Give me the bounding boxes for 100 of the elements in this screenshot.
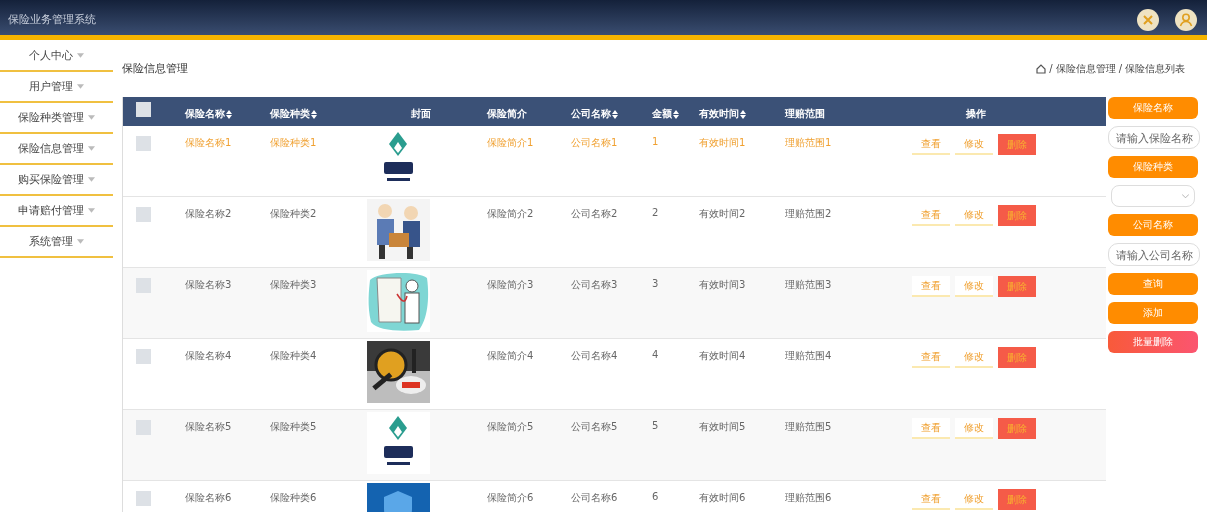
table-cell: 公司名称1 (571, 137, 618, 148)
row-checkbox[interactable] (136, 491, 151, 506)
sidebar-item[interactable]: 系统管理 (0, 227, 113, 258)
filter-label: 保险种类 (1108, 156, 1198, 178)
sort-icon[interactable] (612, 109, 618, 119)
table-cell: 保险简介5 (487, 421, 534, 432)
table-cell: 1 (652, 136, 659, 147)
action-button[interactable]: 查询 (1108, 273, 1198, 295)
sidebar-item[interactable]: 保险种类管理 (0, 103, 113, 134)
table-cell: 保险种类1 (270, 137, 317, 148)
delete-button[interactable]: 删除 (998, 134, 1036, 155)
column-header: 理赔范围 (785, 107, 825, 121)
table-cell: 保险种类3 (270, 279, 317, 290)
column-header[interactable]: 有效时间 (699, 107, 746, 121)
view-button[interactable]: 查看 (912, 276, 950, 297)
breadcrumb-separator: / (1118, 63, 1122, 74)
table-cell: 保险名称2 (185, 208, 232, 219)
table-cell: 理赔范围6 (785, 492, 832, 503)
sidebar-item[interactable]: 购买保险管理 (0, 165, 113, 196)
table-cell: 有效时间5 (699, 421, 746, 432)
table-cell: 理赔范围3 (785, 279, 832, 290)
row-checkbox[interactable] (136, 349, 151, 364)
sort-icon[interactable] (740, 109, 746, 119)
view-button[interactable]: 查看 (912, 418, 950, 439)
user-icon[interactable] (1175, 9, 1197, 31)
breadcrumb-separator: / (1049, 63, 1053, 74)
table-cell: 保险种类4 (270, 350, 317, 361)
edit-button[interactable]: 修改 (955, 276, 993, 297)
table-cell: 保险种类6 (270, 492, 317, 503)
caret-icon (77, 53, 84, 58)
table-cell: 5 (652, 420, 659, 431)
table-cell: 公司名称3 (571, 279, 618, 290)
table-cell: 有效时间3 (699, 279, 746, 290)
caret-icon (88, 146, 95, 151)
table-cell: 公司名称6 (571, 492, 618, 503)
column-header[interactable]: 保险种类 (270, 107, 317, 121)
close-icon[interactable] (1137, 9, 1159, 31)
table-cell: 保险名称1 (185, 137, 232, 148)
table-cell: 保险名称6 (185, 492, 232, 503)
breadcrumb-item[interactable]: 保险信息管理 (1055, 61, 1116, 76)
table-cell: 公司名称2 (571, 208, 618, 219)
dropdown-field[interactable] (1111, 185, 1195, 207)
filter-label: 公司名称 (1108, 214, 1198, 236)
table-cell: 保险种类5 (270, 421, 317, 432)
chevron-icon (1182, 193, 1189, 199)
caret-icon (77, 239, 84, 244)
table-cell: 有效时间1 (699, 137, 746, 148)
caret-icon (77, 84, 84, 89)
sort-icon[interactable] (673, 109, 679, 119)
delete-button[interactable]: 删除 (998, 347, 1036, 368)
sidebar-item[interactable]: 个人中心 (0, 41, 113, 72)
caret-icon (88, 177, 95, 182)
action-button[interactable]: 添加 (1108, 302, 1198, 324)
table-cell: 2 (652, 207, 659, 218)
breadcrumb-item[interactable]: 保险信息列表 (1125, 61, 1185, 76)
caret-icon (88, 208, 95, 213)
caret-icon (88, 115, 95, 120)
batch-delete-button[interactable]: 批量删除 (1108, 331, 1198, 353)
row-checkbox[interactable] (136, 136, 151, 151)
sidebar-item[interactable]: 保险信息管理 (0, 134, 113, 165)
table-cell: 3 (652, 278, 659, 289)
sort-icon[interactable] (311, 109, 317, 119)
table-cell: 保险简介1 (487, 137, 534, 148)
column-header[interactable]: 金额 (652, 107, 679, 121)
table-cell: 理赔范围4 (785, 350, 832, 361)
search-field[interactable]: 请输入保险名称 (1108, 126, 1200, 149)
table-cell: 4 (652, 349, 659, 360)
column-header: 封面 (411, 107, 431, 121)
row-checkbox[interactable] (136, 278, 151, 293)
column-header: 操作 (966, 107, 986, 121)
delete-button[interactable]: 删除 (998, 276, 1036, 297)
table-cell: 保险简介4 (487, 350, 534, 361)
sidebar-item[interactable]: 申请赔付管理 (0, 196, 113, 227)
column-header[interactable]: 保险名称 (185, 107, 232, 121)
table-cell: 有效时间6 (699, 492, 746, 503)
table-cell: 有效时间2 (699, 208, 746, 219)
search-field[interactable]: 请输入公司名称 (1108, 243, 1200, 266)
table-cell: 公司名称4 (571, 350, 618, 361)
table-cell: 公司名称5 (571, 421, 618, 432)
delete-button[interactable]: 删除 (998, 489, 1036, 510)
table-cell: 保险名称5 (185, 421, 232, 432)
sidebar-item[interactable]: 用户管理 (0, 72, 113, 103)
table-cell: 保险简介3 (487, 279, 534, 290)
app-title: 保险业务管理系统 (8, 12, 96, 27)
column-header: 保险简介 (487, 107, 527, 121)
row-checkbox[interactable] (136, 420, 151, 435)
edit-button[interactable]: 修改 (955, 418, 993, 439)
select-all-checkbox[interactable] (136, 102, 151, 117)
table-cell: 保险简介6 (487, 492, 534, 503)
delete-button[interactable]: 删除 (998, 205, 1036, 226)
delete-button[interactable]: 删除 (998, 418, 1036, 439)
table-cell: 保险名称4 (185, 350, 232, 361)
table-cell: 理赔范围5 (785, 421, 832, 432)
home-icon[interactable] (1036, 63, 1047, 74)
column-header[interactable]: 公司名称 (571, 107, 618, 121)
table-cell: 保险简介2 (487, 208, 534, 219)
table-cell: 保险名称3 (185, 279, 232, 290)
row-checkbox[interactable] (136, 207, 151, 222)
table-cell: 理赔范围1 (785, 137, 832, 148)
sort-icon[interactable] (226, 109, 232, 119)
